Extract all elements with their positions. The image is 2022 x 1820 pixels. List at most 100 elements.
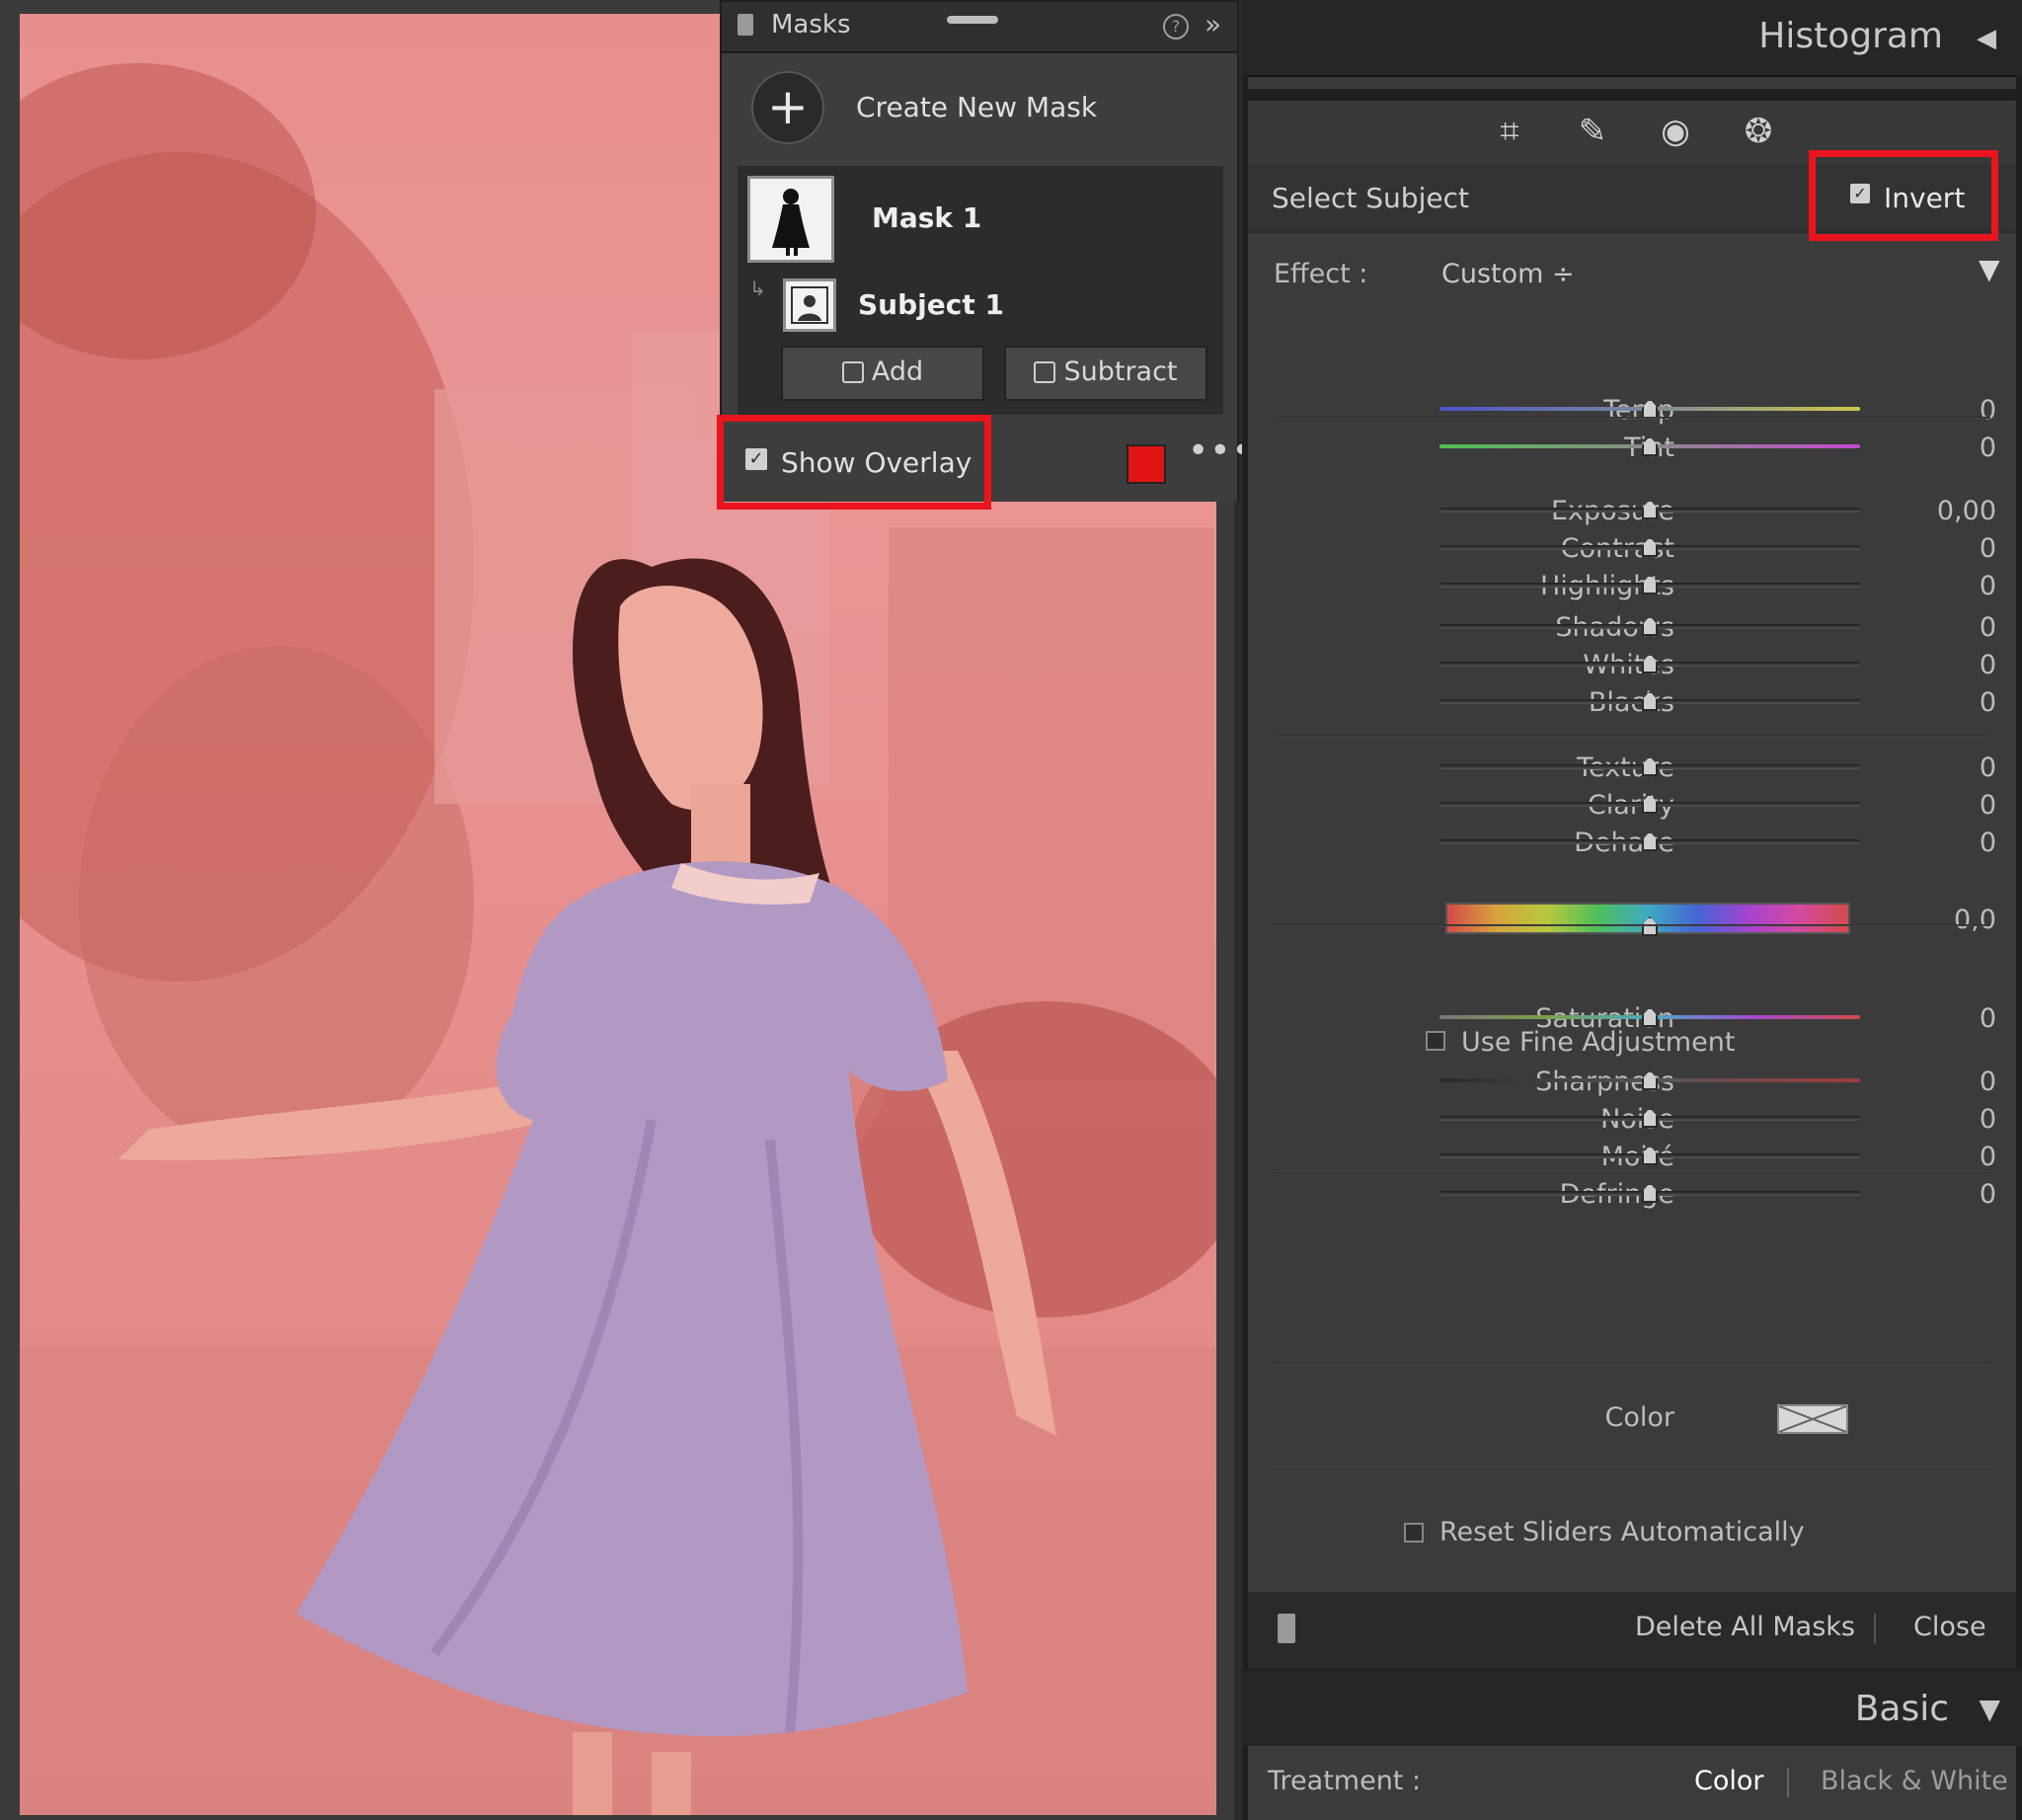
basic-panel-title: Basic (1854, 1689, 1949, 1729)
shadows-slider-row: Shadows0 (1248, 608, 2016, 648)
subtract-mask-icon (1034, 361, 1056, 383)
fine-adjustment-row: Use Fine Adjustment (1248, 1025, 2016, 1065)
clarity-value[interactable]: 0 (1980, 790, 1996, 821)
delete-all-masks-button[interactable]: Delete All Masks (1635, 1612, 1855, 1642)
collapse-arrow-icon[interactable]: ◀ (1977, 24, 1996, 53)
mask-list: Mask 1 ↳ Subject 1 Add Subtract (738, 166, 1223, 415)
masks-panel-title: Masks (771, 10, 851, 40)
noise-slider-row: Noise0 (1248, 1100, 2016, 1140)
divider (1274, 1363, 1990, 1365)
histogram-strip (1248, 75, 2016, 89)
create-new-mask-button[interactable]: + Create New Mask (722, 55, 1237, 162)
shadows-value[interactable]: 0 (1980, 612, 1996, 643)
tint-slider-row: Tint0 (1248, 429, 2016, 468)
color-swatch-none[interactable] (1777, 1404, 1848, 1434)
subtract-button-label: Subtract (1063, 356, 1178, 387)
develop-right-panel: Histogram ◀ ⌗ ✎ ◉ ❂ Select Subject ✓ Inv… (1242, 0, 2022, 1820)
effect-label: Effect : (1274, 259, 1368, 289)
treatment-bw-option[interactable]: Black & White (1821, 1766, 2008, 1796)
child-arrow-icon: ↳ (749, 277, 766, 300)
masking-icon[interactable]: ❂ (1736, 109, 1781, 154)
add-button[interactable]: Add (781, 346, 984, 401)
silhouette-icon (772, 189, 810, 256)
reset-sliders-row: Reset Sliders Automatically (1248, 1515, 2016, 1558)
clarity-slider-row: Clarity0 (1248, 786, 2016, 826)
close-button[interactable]: Close (1913, 1612, 1986, 1642)
dehaze-slider-row: Dehaze0 (1248, 824, 2016, 863)
highlight-box-show-overlay (717, 415, 991, 510)
exposure-value[interactable]: 0,00 (1937, 496, 1996, 526)
divider (1274, 1469, 1990, 1471)
add-mask-icon (841, 361, 864, 383)
select-subject-icon (791, 286, 828, 324)
color-label: Color (1604, 1402, 1675, 1433)
sharpness-value[interactable]: 0 (1980, 1067, 1996, 1097)
subject-thumbnail[interactable] (783, 278, 836, 332)
divider (1787, 1768, 1789, 1797)
divider (1274, 1173, 1990, 1175)
whites-slider-row: Whites0 (1248, 646, 2016, 685)
treatment-label: Treatment : (1268, 1766, 1422, 1796)
masks-footer: Delete All Masks Close (1248, 1592, 2016, 1669)
reset-sliders-label[interactable]: Reset Sliders Automatically (1439, 1517, 1805, 1547)
select-subject-label: Select Subject (1272, 182, 1469, 214)
basic-panel-header[interactable]: Basic ▼ (1242, 1671, 2022, 1746)
masks-panel-header[interactable]: Masks ? » (722, 2, 1237, 53)
subtract-button[interactable]: Subtract (1004, 346, 1207, 401)
fine-adjustment-label[interactable]: Use Fine Adjustment (1461, 1027, 1735, 1058)
moir--value[interactable]: 0 (1980, 1142, 1996, 1172)
help-icon[interactable]: ? (1163, 14, 1189, 40)
color-row: Color (1248, 1398, 2016, 1442)
empty-swatch-cross-icon (1779, 1406, 1846, 1432)
texture-slider-row: Texture0 (1248, 749, 2016, 788)
divider (1274, 417, 1990, 419)
highlights-value[interactable]: 0 (1980, 571, 1996, 601)
overlay-color-swatch[interactable] (1127, 444, 1166, 484)
mask-name[interactable]: Mask 1 (872, 201, 981, 234)
exposure-slider-row: Exposure0,00 (1248, 492, 2016, 531)
mask-component-name[interactable]: Subject 1 (858, 288, 1004, 321)
histogram-title: Histogram (1758, 16, 1943, 56)
moir--slider-row: Moiré0 (1248, 1138, 2016, 1177)
highlight-box-invert (1809, 150, 1998, 241)
red-eye-icon[interactable]: ◉ (1653, 109, 1698, 154)
fine-adjustment-checkbox[interactable] (1426, 1031, 1445, 1051)
treatment-row: Treatment : Color Black & White (1248, 1746, 2016, 1820)
hue-slider-row: Hue0,0 (1248, 901, 2016, 940)
expand-panel-icon[interactable]: » (1205, 8, 1221, 40)
temp-slider-row: Temp0 (1248, 391, 2016, 431)
plus-icon[interactable]: + (751, 71, 824, 144)
defringe-slider-row: Defringe0 (1248, 1175, 2016, 1215)
mask-adjustments-panel: Select Subject ✓ Invert Effect : Custom … (1248, 164, 2016, 1592)
crop-icon[interactable]: ⌗ (1487, 109, 1532, 154)
create-new-mask-label: Create New Mask (856, 91, 1098, 123)
panel-toggle-icon[interactable] (1278, 1614, 1295, 1643)
blacks-slider-row: Blacks0 (1248, 683, 2016, 723)
panel-toggle-icon[interactable] (738, 14, 753, 36)
hue-value[interactable]: 0,0 (1954, 905, 1996, 935)
tint-value[interactable]: 0 (1980, 433, 1996, 463)
effect-preset-dropdown[interactable]: Custom ÷ (1441, 259, 1575, 289)
sharpness-slider-row: Sharpness0 (1248, 1063, 2016, 1102)
reset-sliders-checkbox[interactable] (1404, 1523, 1424, 1543)
divider (1274, 924, 1990, 926)
contrast-value[interactable]: 0 (1980, 533, 1996, 564)
healing-icon[interactable]: ✎ (1570, 109, 1615, 154)
defringe-value[interactable]: 0 (1980, 1179, 1996, 1210)
noise-value[interactable]: 0 (1980, 1104, 1996, 1135)
temp-value[interactable]: 0 (1980, 395, 1996, 426)
effect-row: Effect : Custom ÷ ▼ (1248, 253, 2016, 298)
texture-value[interactable]: 0 (1980, 752, 1996, 783)
dehaze-value[interactable]: 0 (1980, 828, 1996, 858)
treatment-color-option[interactable]: Color (1694, 1766, 1764, 1796)
mask-thumbnail[interactable] (747, 176, 834, 263)
contrast-slider-row: Contrast0 (1248, 529, 2016, 569)
blacks-value[interactable]: 0 (1980, 687, 1996, 718)
effect-collapse-icon[interactable]: ▼ (1979, 253, 2000, 285)
whites-value[interactable]: 0 (1980, 650, 1996, 680)
add-button-label: Add (871, 356, 924, 387)
histogram-header[interactable]: Histogram ◀ (1242, 0, 2022, 75)
collapse-arrow-icon[interactable]: ▼ (1979, 1693, 2000, 1725)
drag-handle[interactable] (947, 16, 998, 24)
divider (1874, 1614, 1876, 1643)
